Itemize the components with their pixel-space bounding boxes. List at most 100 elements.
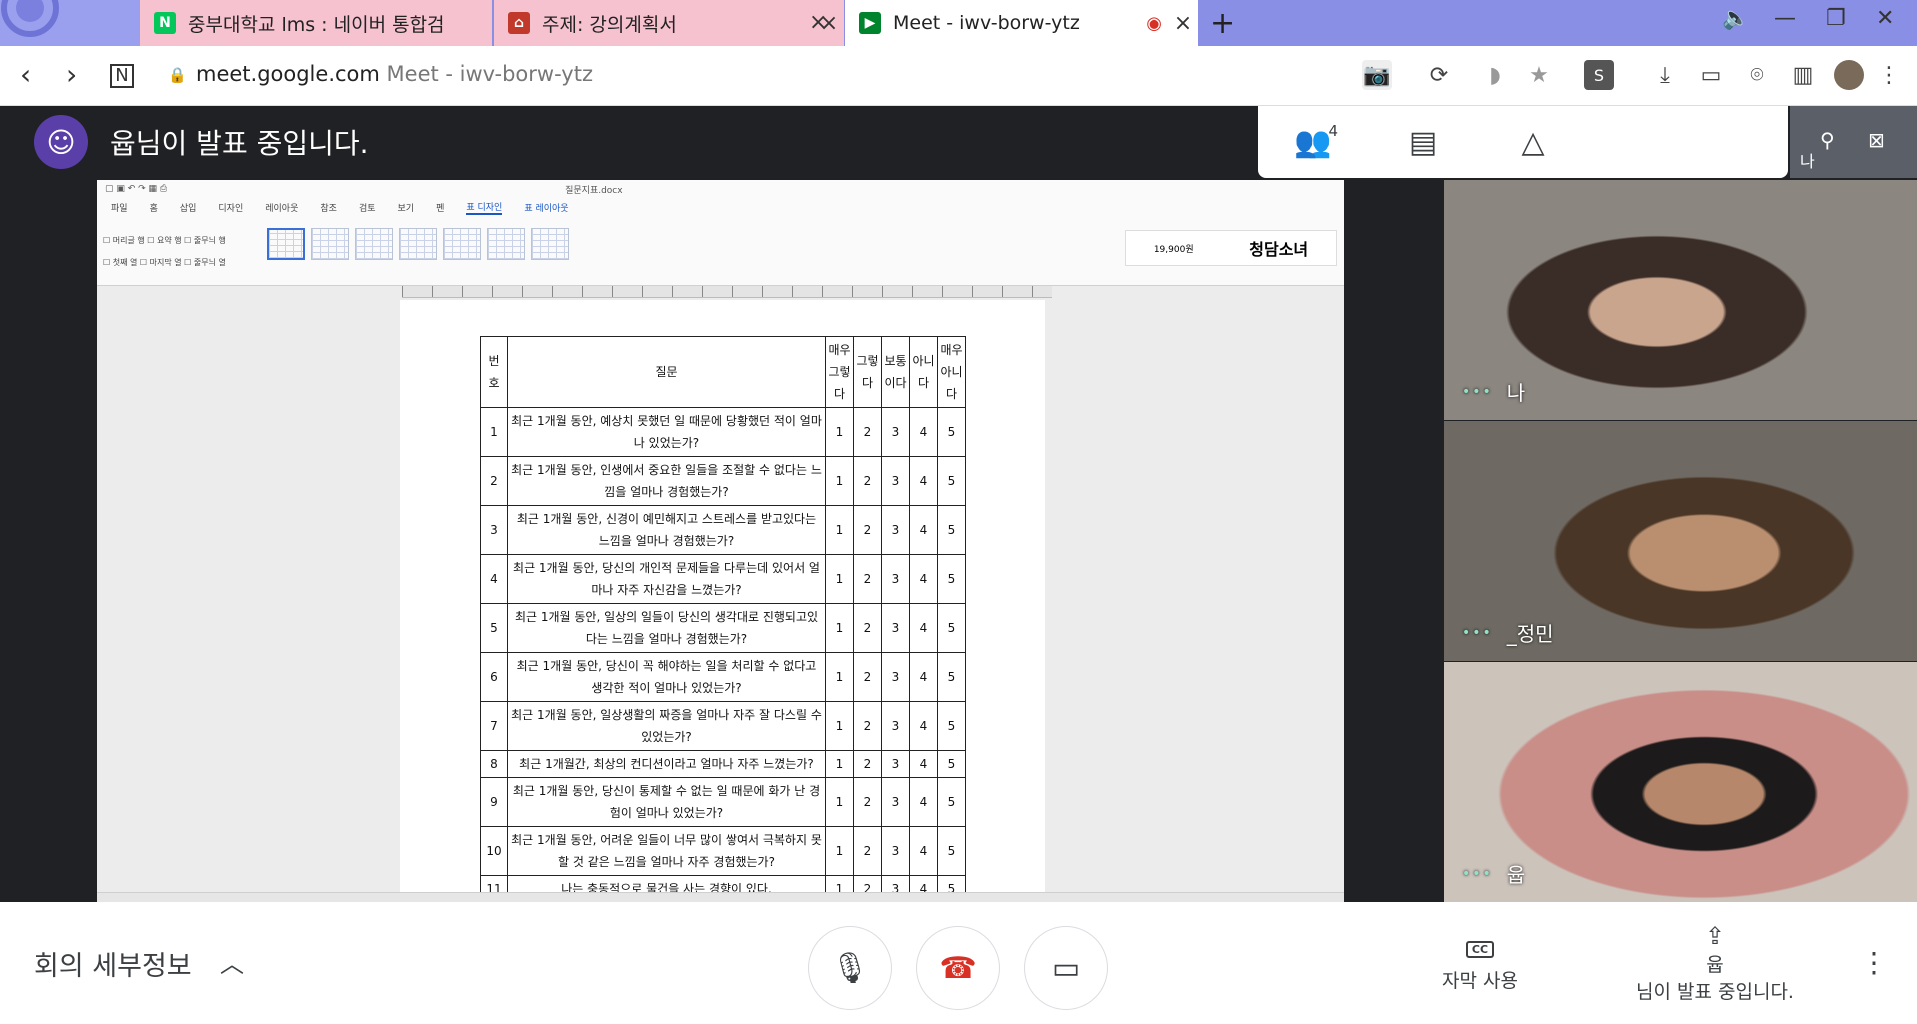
- menu-table-design[interactable]: 표 디자인: [466, 200, 503, 215]
- audio-indicator-icon: •••: [1462, 383, 1493, 400]
- self-name: 나: [1800, 152, 1815, 171]
- question-text: 최근 1개월 동안, 당신이 꼭 해야하는 일을 처리할 수 없다고 생각한 적…: [507, 652, 826, 702]
- people-icon[interactable]: 👥 4: [1258, 106, 1368, 178]
- menu-icon[interactable]: ⋮: [1874, 60, 1904, 90]
- url-page-title: Meet - iwv-borw-ytz: [386, 62, 593, 86]
- menu-table-layout[interactable]: 표 레이아웃: [524, 201, 568, 214]
- browser-tab[interactable]: ⌂ 주제: 강의계획서 ×: [494, 0, 844, 46]
- captions-button[interactable]: CC 자막 사용: [1420, 936, 1540, 993]
- scale-cell: 5: [937, 777, 966, 827]
- question-text: 최근 1개월간, 최상의 컨디션이라고 얼마나 자주 느꼈는가?: [507, 750, 826, 778]
- url-field[interactable]: meet.google.com Meet - iwv-borw-ytz: [196, 62, 593, 86]
- menu-file[interactable]: 파일: [111, 201, 128, 214]
- participant-tile[interactable]: ••• 나: [1444, 180, 1917, 420]
- download-icon[interactable]: ⤓: [1650, 60, 1680, 90]
- scale-cell: 3: [881, 826, 910, 876]
- back-icon[interactable]: ‹: [20, 58, 31, 91]
- table-style-option[interactable]: [443, 228, 481, 260]
- ad-brand: 청담소녀: [1249, 240, 1309, 259]
- leave-call-button[interactable]: ☎: [916, 926, 1000, 1010]
- table-style-option[interactable]: [267, 228, 305, 260]
- browser-tab-active[interactable]: ▶ Meet - iwv-borw-ytz ◉ ×: [845, 0, 1198, 46]
- table-style-option[interactable]: [311, 228, 349, 260]
- video-icon[interactable]: ▭: [1696, 60, 1726, 90]
- scale-cell: 1: [825, 456, 854, 506]
- menu-references[interactable]: 참조: [320, 201, 337, 214]
- pin-icon[interactable]: ⚲: [1820, 128, 1835, 152]
- participant-tile[interactable]: ••• 윱: [1444, 662, 1917, 902]
- scale-cell: 1: [825, 407, 854, 457]
- table-style-option[interactable]: [399, 228, 437, 260]
- menu-view[interactable]: 보기: [398, 201, 415, 214]
- close-window-icon[interactable]: ✕: [1876, 6, 1894, 31]
- forward-icon[interactable]: ›: [66, 58, 77, 91]
- table-row: 1 최근 1개월 동안, 예상치 못했던 일 때문에 당황했던 적이 얼마나 있었…: [480, 407, 966, 457]
- scale-cell: 3: [881, 505, 910, 555]
- meeting-details-button[interactable]: 회의 세부정보: [34, 944, 192, 983]
- sidebar-icon[interactable]: ▥: [1788, 60, 1818, 90]
- chat-icon[interactable]: ▤: [1368, 106, 1478, 178]
- close-icon[interactable]: ×: [1168, 11, 1198, 36]
- scale-cell: 2: [853, 750, 882, 778]
- volume-icon[interactable]: 🔈: [1722, 6, 1749, 31]
- status-bar: [97, 892, 1344, 902]
- option-first-column[interactable]: 첫째 열: [113, 258, 138, 267]
- screenshot-icon[interactable]: ⌾: [1742, 60, 1772, 90]
- menu-pen[interactable]: 펜: [436, 201, 444, 214]
- reload-icon[interactable]: ⟳: [1424, 60, 1454, 90]
- hang-up-icon: ☎: [939, 950, 977, 986]
- option-header-row[interactable]: 머리글 행: [113, 236, 145, 245]
- menu-home[interactable]: 홈: [150, 201, 158, 214]
- scale-cell: 1: [825, 603, 854, 653]
- participant-tile[interactable]: ••• _정민: [1444, 421, 1917, 661]
- table-style-option[interactable]: [487, 228, 525, 260]
- menu-design[interactable]: 디자인: [218, 201, 243, 214]
- new-tab-button[interactable]: +: [1210, 6, 1235, 41]
- home-icon[interactable]: N: [110, 64, 134, 88]
- pocket-icon[interactable]: ◗: [1480, 60, 1510, 90]
- menu-insert[interactable]: 삽입: [180, 201, 197, 214]
- scale-cell: 1: [825, 777, 854, 827]
- microphone-button[interactable]: 🎙: [808, 926, 892, 1010]
- table-style-option[interactable]: [355, 228, 393, 260]
- extension-icon[interactable]: S: [1584, 60, 1614, 90]
- table-row: 4 최근 1개월 동안, 당신의 개인적 문제들을 다루는데 있어서 얼마나 자주…: [480, 554, 966, 604]
- scale-cell: 5: [937, 456, 966, 506]
- scale-cell: 2: [853, 777, 882, 827]
- table-style-option[interactable]: [531, 228, 569, 260]
- activities-icon[interactable]: △: [1478, 106, 1588, 178]
- profile-avatar[interactable]: [1834, 60, 1864, 90]
- ad-price: 19,900원: [1153, 244, 1194, 255]
- scale-cell: 5: [937, 554, 966, 604]
- bookmark-star-icon[interactable]: ★: [1524, 60, 1554, 90]
- camera-blocked-icon[interactable]: 📷: [1362, 60, 1392, 90]
- option-banded-columns[interactable]: 줄무늬 열: [194, 258, 226, 267]
- browser-tab[interactable]: N 중부대학교 lms : 네이버 통합검: [140, 0, 492, 46]
- advertisement-banner[interactable]: 19,900원 청담소녀: [1125, 230, 1337, 266]
- more-options-icon[interactable]: ⋮: [1860, 946, 1888, 979]
- restore-icon[interactable]: ❐: [1826, 6, 1846, 31]
- option-banded-rows[interactable]: 줄무늬 행: [194, 236, 226, 245]
- scale-cell: 3: [881, 554, 910, 604]
- presentation-status-button[interactable]: ⇪ 윱 님이 발표 중입니다.: [1620, 922, 1810, 1004]
- participant-name-label: ••• 윱: [1462, 859, 1525, 888]
- self-view-tile[interactable]: ⚲ ⊠ 나: [1790, 106, 1917, 178]
- table-row: 8 최근 1개월간, 최상의 컨디션이라고 얼마나 자주 느꼈는가? 1 2 3 4 5: [480, 750, 966, 778]
- scale-cell: 1: [825, 505, 854, 555]
- table-row: 2 최근 1개월 동안, 인생에서 중요한 일들을 조절할 수 없다는 느낌을 얼…: [480, 456, 966, 506]
- presenter-avatar: ☺: [34, 115, 88, 169]
- row-number: 3: [480, 505, 508, 555]
- chevron-up-icon[interactable]: ︿: [220, 944, 244, 979]
- option-total-row[interactable]: 요약 행: [157, 236, 182, 245]
- layout-icon[interactable]: ⊠: [1868, 128, 1885, 152]
- option-last-column[interactable]: 마지막 열: [150, 258, 182, 267]
- close-icon[interactable]: ×: [809, 10, 827, 35]
- menu-layout[interactable]: 레이아웃: [265, 201, 298, 214]
- menu-review[interactable]: 검토: [359, 201, 376, 214]
- scale-cell: 5: [937, 505, 966, 555]
- camera-icon: ▭: [1051, 950, 1081, 986]
- camera-button[interactable]: ▭: [1024, 926, 1108, 1010]
- row-number: 1: [480, 407, 508, 457]
- scale-cell: 3: [881, 407, 910, 457]
- minimize-icon[interactable]: —: [1774, 6, 1796, 31]
